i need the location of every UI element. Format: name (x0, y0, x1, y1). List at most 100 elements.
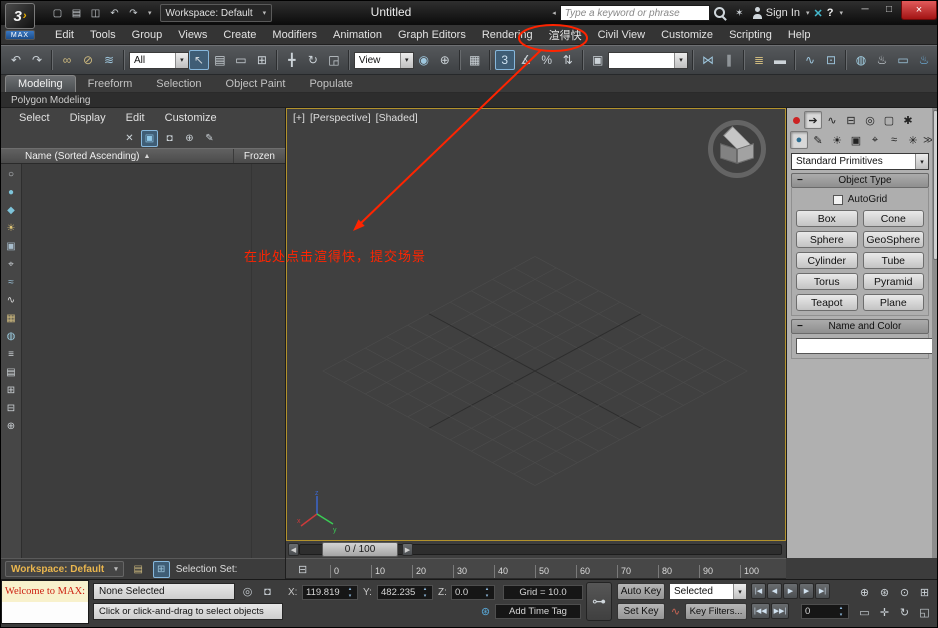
display-none-icon[interactable]: ○ (3, 166, 19, 182)
pan-icon[interactable]: ✛ (875, 603, 894, 621)
modify-tab-icon[interactable]: ∿ (823, 111, 841, 129)
menu-item[interactable]: Rendering (474, 27, 541, 43)
sign-in-caret-icon[interactable]: ▾ (806, 9, 810, 17)
previous-frame-icon[interactable]: ◀ (767, 583, 782, 599)
filter-combinations-icon[interactable]: ▣ (141, 130, 158, 147)
menu-item[interactable]: Civil View (590, 27, 653, 43)
y-coordinate-field[interactable]: 482.235 ▴▾ (377, 585, 433, 600)
menu-item[interactable]: Help (780, 27, 819, 43)
space-warps-icon[interactable]: ≈ (885, 131, 903, 149)
add-to-selection-icon[interactable]: ⊕ (181, 130, 198, 147)
select-and-manipulate-icon[interactable]: ⊕ (435, 50, 455, 70)
geometry-icon[interactable]: ● (790, 131, 808, 149)
pick-object-icon[interactable]: ✎ (201, 130, 218, 147)
menu-item[interactable]: Customize (653, 27, 721, 43)
utilities-tab-icon[interactable]: ✱ (899, 111, 917, 129)
collapse-all-icon[interactable]: ⊟ (3, 400, 19, 416)
primitive-button[interactable]: Tube (863, 252, 925, 269)
next-frame-slider-icon[interactable]: ▶ (402, 543, 413, 556)
save-file-icon[interactable]: ◫ (87, 5, 104, 22)
spinner-down-icon[interactable]: ▾ (421, 593, 429, 600)
set-keys-button[interactable]: ⊶ (586, 582, 612, 621)
material-editor-icon[interactable]: ◍ (851, 50, 871, 70)
display-helpers-icon[interactable]: ⌖ (3, 256, 19, 272)
menu-item[interactable]: Scripting (721, 27, 780, 43)
explorer-menu-item[interactable]: Display (60, 110, 116, 126)
menu-item[interactable]: 渲得快 (541, 25, 590, 45)
select-and-move-icon[interactable]: ╋ (282, 50, 302, 70)
menu-item[interactable]: Views (170, 27, 215, 43)
autogrid-checkbox[interactable] (833, 195, 843, 205)
bind-to-space-warp-icon[interactable]: ≋ (99, 50, 119, 70)
use-pivot-center-icon[interactable]: ◉ (414, 50, 434, 70)
y-spinner[interactable]: ▴▾ (421, 586, 429, 599)
ribbon-tab[interactable]: Modeling (5, 75, 76, 92)
viewport-general-menu[interactable]: [+] (293, 112, 305, 124)
edit-named-selections-icon[interactable]: ▣ (588, 50, 608, 70)
display-bones-icon[interactable]: ∿ (3, 292, 19, 308)
spinner-down-icon[interactable]: ▾ (346, 593, 354, 600)
time-slider-handle[interactable]: 0 / 100 (322, 542, 398, 557)
help-caret-icon[interactable]: ▾ (839, 9, 843, 17)
workspace-selector-dropdown[interactable]: Workspace: Default ▾ (5, 561, 124, 577)
display-cameras-icon[interactable]: ▣ (3, 238, 19, 254)
menu-item[interactable]: Graph Editors (390, 27, 474, 43)
menu-item[interactable]: Animation (325, 27, 390, 43)
play-icon[interactable]: ▶ (783, 583, 798, 599)
a360-icon[interactable]: ✕ (814, 7, 823, 20)
orbit-icon[interactable]: ↻ (895, 603, 914, 621)
help-icon[interactable]: ? (827, 7, 834, 19)
menu-item[interactable]: Tools (82, 27, 124, 43)
qat-undo-icon[interactable]: ↶ (106, 5, 123, 22)
previous-frame-slider-icon[interactable]: ◀ (288, 543, 299, 556)
listener-script-line[interactable] (2, 602, 88, 623)
viewport-pov-menu[interactable]: [Perspective] (310, 112, 371, 124)
selection-filter-dropdown[interactable]: All▾ (129, 52, 189, 69)
align-icon[interactable]: ∥ (719, 50, 739, 70)
spinner-down-icon[interactable]: ▾ (483, 593, 491, 600)
spinner-down-icon[interactable]: ▾ (837, 612, 845, 619)
selection-region-icon[interactable]: ▭ (231, 50, 251, 70)
command-panel-scrollbar[interactable] (932, 108, 938, 558)
add-time-tag-field[interactable]: Add Time Tag (495, 604, 581, 619)
key-mode-dropdown[interactable]: Selected▾ (669, 583, 747, 600)
keyboard-override-icon[interactable]: ▦ (465, 50, 485, 70)
workspace-dropdown[interactable]: Workspace: Default ▾ (160, 4, 273, 22)
lock-explorer-icon[interactable]: ◘ (161, 130, 178, 147)
isolate-selection-icon[interactable]: ◎ (239, 583, 256, 600)
favorites-icon[interactable]: ✶ (731, 5, 748, 22)
menu-item[interactable]: Create (215, 27, 264, 43)
explorer-menu-item[interactable]: Customize (155, 110, 227, 126)
ribbon-tab[interactable]: Freeform (76, 76, 145, 92)
display-lights-icon[interactable]: ☀ (3, 220, 19, 236)
select-children-icon[interactable]: ⊕ (3, 418, 19, 434)
primitive-category-dropdown[interactable]: Standard Primitives ▾ (791, 153, 929, 170)
z-coordinate-field[interactable]: 0.0 ▴▾ (451, 585, 495, 600)
ribbon-section-label[interactable]: Polygon Modeling (11, 95, 91, 106)
go-to-start-icon[interactable]: |◀ (751, 583, 766, 599)
schematic-view-icon[interactable]: ⊡ (821, 50, 841, 70)
render-production-icon[interactable]: ♨ (914, 50, 934, 70)
key-filters-button[interactable]: Key Filters... (685, 603, 747, 620)
z-spinner[interactable]: ▴▾ (483, 586, 491, 599)
menu-item[interactable]: Modifiers (264, 27, 325, 43)
display-containers-icon[interactable]: ▦ (3, 310, 19, 326)
search-input[interactable] (560, 5, 710, 21)
x-spinner[interactable]: ▴▾ (346, 586, 354, 599)
clear-filter-icon[interactable]: ✕ (121, 130, 138, 147)
next-key-icon[interactable]: ▶▶| (771, 603, 790, 619)
current-frame-field[interactable]: 0 ▴▾ (801, 604, 849, 619)
undo-icon[interactable]: ↶ (6, 50, 26, 70)
qat-menu-caret-icon[interactable]: ▾ (148, 9, 152, 17)
object-type-rollout-header[interactable]: − Object Type (791, 173, 929, 188)
zoom-extents-all-icon[interactable]: ⊞ (915, 583, 934, 601)
open-file-icon[interactable]: ▤ (68, 5, 85, 22)
create-tab-icon[interactable]: ➔ (804, 111, 822, 129)
primitive-button[interactable]: Box (796, 210, 858, 227)
select-and-link-icon[interactable]: ∞ (57, 50, 77, 70)
primitive-button[interactable]: Teapot (796, 294, 858, 311)
listener-macro-line[interactable]: Welcome to MAX: (2, 581, 88, 602)
perspective-viewport[interactable]: [+] [Perspective] [Shaded] x y z (286, 108, 786, 541)
spinner-snap-icon[interactable]: ⇅ (558, 50, 578, 70)
mirror-icon[interactable]: ⋈ (698, 50, 718, 70)
